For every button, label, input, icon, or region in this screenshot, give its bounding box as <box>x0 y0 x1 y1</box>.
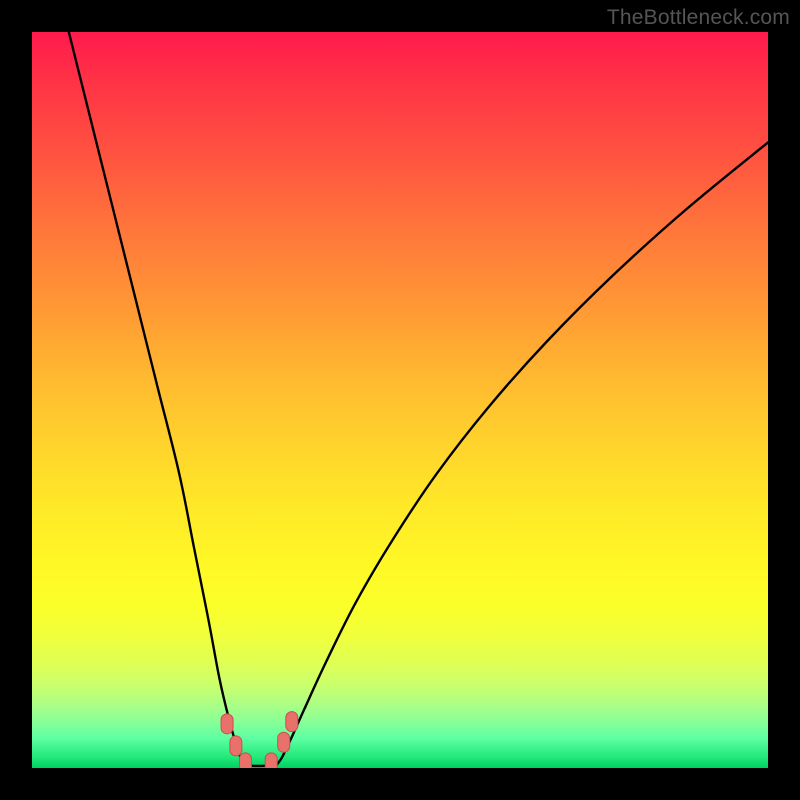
marker-m2 <box>230 736 242 756</box>
markers <box>221 712 298 768</box>
curve-left <box>69 32 243 764</box>
marker-m4 <box>265 753 277 768</box>
main-curve <box>69 32 768 766</box>
watermark-text: TheBottleneck.com <box>607 6 790 30</box>
marker-m3 <box>239 753 251 768</box>
marker-m1 <box>221 714 233 734</box>
curve-right <box>277 142 768 764</box>
marker-m6 <box>286 712 298 732</box>
curve-layer <box>32 32 768 768</box>
plot-area <box>32 32 768 768</box>
marker-m5 <box>278 732 290 752</box>
chart-frame: TheBottleneck.com <box>0 0 800 800</box>
